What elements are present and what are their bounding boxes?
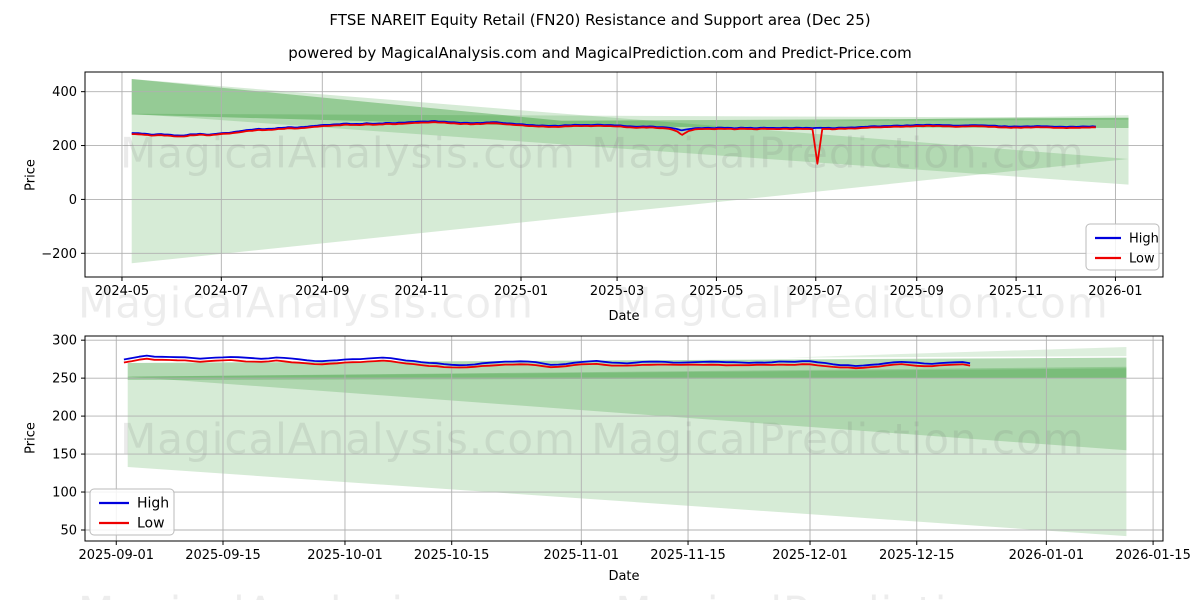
svg-text:2024-09: 2024-09: [295, 284, 349, 299]
svg-text:2025-07: 2025-07: [789, 284, 843, 299]
svg-text:200: 200: [52, 410, 77, 425]
svg-text:2025-03: 2025-03: [590, 284, 644, 299]
svg-text:2024-07: 2024-07: [194, 284, 248, 299]
watermark-text: MagicalPrediction.com: [591, 129, 1085, 178]
svg-text:2025-05: 2025-05: [689, 284, 743, 299]
svg-text:2024-05: 2024-05: [95, 284, 149, 299]
svg-text:250: 250: [52, 372, 77, 387]
svg-text:2025-09: 2025-09: [890, 284, 944, 299]
legend-high-label: High: [137, 496, 169, 512]
y-axis-label-top: Price: [24, 159, 39, 191]
svg-text:2025-09-01: 2025-09-01: [78, 548, 154, 563]
figure-subtitle: powered by MagicalAnalysis.com and Magic…: [0, 44, 1200, 62]
y-axis-label-bottom: Price: [24, 422, 39, 454]
support-resistance-area: [787, 347, 1126, 358]
svg-text:2025-09-15: 2025-09-15: [185, 548, 261, 563]
top-legend: High Low: [1086, 224, 1159, 270]
svg-text:2025-10-15: 2025-10-15: [414, 548, 490, 563]
svg-text:2024-11: 2024-11: [394, 284, 448, 299]
svg-text:200: 200: [52, 139, 77, 154]
x-axis-label-bottom: Date: [48, 569, 1200, 584]
x-axis-label-top: Date: [48, 309, 1200, 324]
legend-low-label: Low: [137, 516, 165, 532]
svg-text:2026-01-01: 2026-01-01: [1009, 548, 1085, 563]
svg-text:2025-12-01: 2025-12-01: [772, 548, 848, 563]
top-plot-area: MagicalAnalysis.comMagicalPrediction.com: [85, 72, 1163, 277]
svg-text:2025-11-15: 2025-11-15: [650, 548, 726, 563]
svg-text:400: 400: [52, 85, 77, 100]
svg-text:150: 150: [52, 448, 77, 463]
watermark-text: MagicalPrediction.com: [591, 415, 1085, 464]
svg-text:2026-01: 2026-01: [1088, 284, 1142, 299]
svg-text:2025-11-01: 2025-11-01: [544, 548, 620, 563]
figure-title: FTSE NAREIT Equity Retail (FN20) Resista…: [0, 11, 1200, 29]
bottom-legend: High Low: [90, 489, 174, 535]
svg-text:0: 0: [69, 193, 77, 208]
svg-text:100: 100: [52, 486, 77, 501]
svg-text:2025-11: 2025-11: [989, 284, 1043, 299]
svg-text:2025-01: 2025-01: [494, 284, 548, 299]
svg-text:−200: −200: [41, 247, 77, 262]
bottom-plot-area: MagicalAnalysis.com MagicalPrediction.com: [85, 336, 1163, 541]
top-chart: MagicalAnalysis.comMagicalPrediction.com…: [41, 72, 1163, 299]
svg-text:2025-12-15: 2025-12-15: [879, 548, 955, 563]
watermark-text: MagicalAnalysis.com: [120, 415, 576, 464]
legend-high-label: High: [1129, 232, 1159, 247]
bottom-chart: MagicalAnalysis.com MagicalPrediction.com…: [52, 334, 1191, 563]
svg-text:2026-01-15: 2026-01-15: [1115, 548, 1191, 563]
charts-svg: MagicalAnalysis.com MagicalPrediction.com…: [0, 0, 1200, 600]
legend-low-label: Low: [1129, 252, 1155, 267]
figure: MagicalAnalysis.com MagicalPrediction.co…: [0, 0, 1200, 600]
svg-text:300: 300: [52, 334, 77, 349]
svg-text:50: 50: [60, 523, 77, 538]
svg-text:2025-10-01: 2025-10-01: [307, 548, 383, 563]
